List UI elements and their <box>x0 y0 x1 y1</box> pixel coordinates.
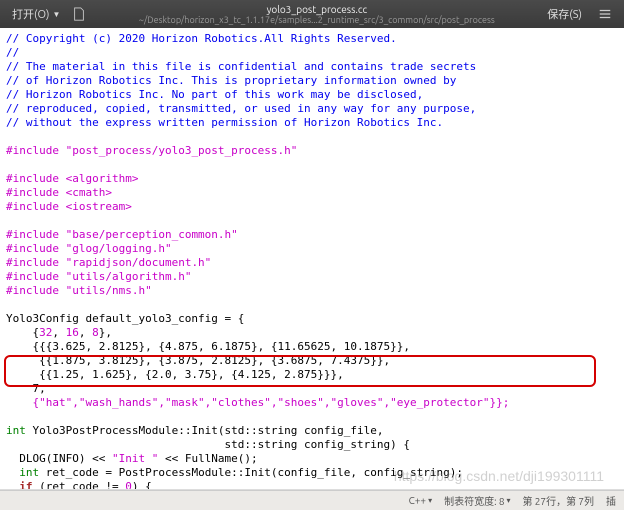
save-label: 保存(S) <box>547 6 582 22</box>
code-line: {{1.875, 3.8125}, {3.875, 2.8125}, {3.68… <box>6 354 390 367</box>
include: #include <box>6 284 66 297</box>
tab-width-selector[interactable]: 制表符宽度: 8▾ <box>444 493 510 508</box>
open-button[interactable]: 打开(O) ▼ <box>6 4 66 24</box>
language-selector[interactable]: C++▾ <box>409 495 432 506</box>
comment-line: // <box>6 46 19 59</box>
include: #include <box>6 144 66 157</box>
filename: yolo3_post_process.cc <box>92 4 541 15</box>
comment-line: // reproduced, copied, transmitted, or u… <box>6 102 476 115</box>
include: #include <box>6 242 66 255</box>
cursor-position: 第 27行，第 7列 <box>523 493 595 508</box>
comment-line: // without the express written permissio… <box>6 116 443 129</box>
include: #include <box>6 270 66 283</box>
chevron-down-icon: ▾ <box>506 496 510 505</box>
code-line: {{{3.625, 2.8125}, {4.875, 6.1875}, {11.… <box>6 340 410 353</box>
include: #include <box>6 228 66 241</box>
code-editor[interactable]: // Copyright (c) 2020 Horizon Robotics.A… <box>0 28 624 490</box>
code-line: Yolo3Config default_yolo3_config = { <box>6 312 244 325</box>
code-line: 7, <box>6 382 46 395</box>
save-button[interactable]: 保存(S) <box>541 4 588 24</box>
class-names-line: {"hat","wash_hands","mask","clothes","sh… <box>6 396 509 409</box>
chevron-down-icon: ▼ <box>52 10 60 19</box>
menu-button[interactable] <box>592 5 618 23</box>
statusbar: C++▾ 制表符宽度: 8▾ 第 27行，第 7列 插 <box>0 490 624 510</box>
include: #include <box>6 172 66 185</box>
comment-line: // Copyright (c) 2020 Horizon Robotics.A… <box>6 32 397 45</box>
comment-line: // The material in this file is confiden… <box>6 60 476 73</box>
open-label: 打开(O) <box>12 6 49 22</box>
filepath: ~/Desktop/horizon_x3_tc_1.1.17e/samples.… <box>92 15 541 25</box>
code-line: {{1.25, 1.625}, {2.0, 3.75}, {4.125, 2.8… <box>6 368 344 381</box>
chevron-down-icon: ▾ <box>428 496 432 505</box>
include: #include <box>6 186 66 199</box>
include: #include <box>6 200 66 213</box>
hamburger-icon <box>598 7 612 21</box>
document-icon <box>72 7 86 21</box>
window-title: yolo3_post_process.cc ~/Desktop/horizon_… <box>92 4 541 25</box>
include: #include <box>6 256 66 269</box>
insert-mode[interactable]: 插 <box>606 493 616 508</box>
titlebar: 打开(O) ▼ yolo3_post_process.cc ~/Desktop/… <box>0 0 624 28</box>
recent-button[interactable] <box>66 5 92 23</box>
comment-line: // of Horizon Robotics Inc. This is prop… <box>6 74 456 87</box>
comment-line: // Horizon Robotics Inc. No part of this… <box>6 88 423 101</box>
